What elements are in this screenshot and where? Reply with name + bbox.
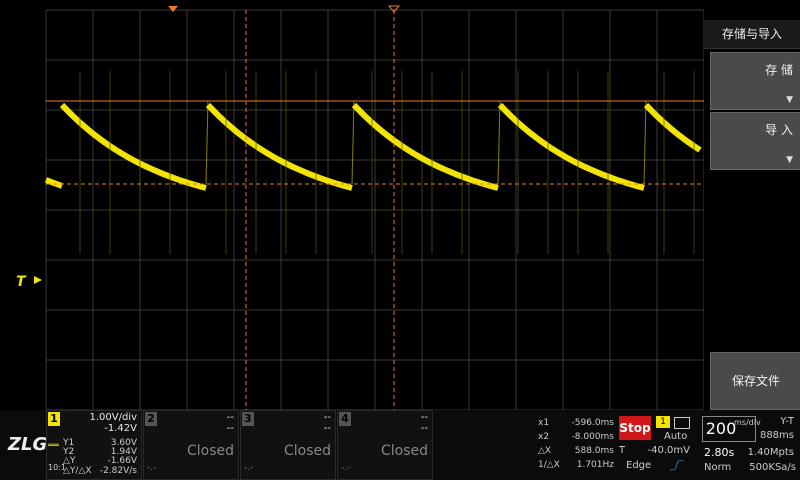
save-label: 存 储 bbox=[765, 63, 793, 77]
trace-segment bbox=[497, 102, 645, 191]
trigger-level-label: T bbox=[619, 445, 626, 456]
channel-number: 2 bbox=[145, 412, 157, 426]
trace-edge bbox=[205, 100, 209, 185]
x2-label: x2 bbox=[538, 432, 550, 442]
dx-value: 588.0ms bbox=[574, 446, 614, 456]
trace-segment bbox=[205, 102, 353, 191]
trace-segment bbox=[44, 177, 64, 189]
delay-value: 2.80s bbox=[704, 446, 735, 459]
import-label: 导 入 bbox=[765, 123, 793, 137]
cursor-dy-value: -1.66V bbox=[107, 456, 137, 466]
trigger-level-marker[interactable]: T bbox=[16, 274, 27, 290]
status-bar: ZLG® 1 1.00V/div -1.42V ══ Y1 3.60V Y2 1… bbox=[0, 410, 800, 480]
channel-status: Closed bbox=[186, 443, 234, 459]
channel-scale: -- bbox=[420, 412, 428, 423]
horizontal-position: 888ms bbox=[759, 430, 794, 441]
dc-coupling-icon: ══ bbox=[48, 441, 59, 451]
channel-4-panel[interactable]: 4 -- -- Closed -.- bbox=[337, 410, 433, 480]
channel-coupling: -.- bbox=[341, 463, 351, 473]
coupling-icon bbox=[674, 417, 690, 429]
inv-dx-value: 1.701Hz bbox=[576, 460, 614, 470]
trigger-level-value: -40.0mV bbox=[647, 445, 690, 456]
channel-offset: -- bbox=[226, 423, 234, 434]
save-button[interactable]: 存 储 ▼ bbox=[710, 52, 800, 110]
trigger-mode: Auto bbox=[664, 431, 688, 442]
channel-status: Closed bbox=[283, 443, 331, 459]
waveform-display[interactable]: T bbox=[0, 0, 704, 410]
trace-segment bbox=[59, 102, 207, 191]
acquisition-mode: Norm bbox=[704, 462, 732, 473]
x1-value: -596.0ms bbox=[571, 418, 614, 428]
channel-offset: -1.42V bbox=[104, 423, 137, 434]
channel-number: 4 bbox=[339, 412, 351, 426]
trigger-position-marker[interactable] bbox=[168, 6, 178, 12]
channel-1-panel[interactable]: 1 1.00V/div -1.42V ══ Y1 3.60V Y2 1.94V … bbox=[46, 410, 142, 480]
dx-label: △X bbox=[538, 446, 552, 456]
channel-2-panel[interactable]: 2 -- -- Closed -.- bbox=[143, 410, 239, 480]
channel-3-panel[interactable]: 3 -- -- Closed -.- bbox=[240, 410, 336, 480]
timebase-unit: ms/div bbox=[734, 418, 761, 427]
trace-edge bbox=[497, 100, 501, 185]
channel-scale: 1.00V/div bbox=[89, 412, 137, 423]
trace-edge bbox=[643, 100, 647, 185]
cursor-readout[interactable]: x1 -596.0ms x2 -8.000ms △X 588.0ms 1/△X 1.70… bbox=[536, 410, 616, 478]
save-file-button[interactable]: 保存文件 bbox=[710, 352, 800, 410]
inv-dx-label: 1/△X bbox=[538, 460, 560, 470]
display-mode: Y-T bbox=[780, 416, 794, 427]
save-import-panel: 存储与导入 存 储 ▼ 导 入 ▼ bbox=[704, 0, 800, 410]
probe-ratio: 10:1 bbox=[48, 463, 66, 472]
trigger-panel[interactable]: Stop 1 Auto T -40.0mV Edge _/‾ bbox=[618, 410, 698, 478]
cursor-dydx-label: △Y/△X bbox=[63, 466, 92, 476]
panel-title: 存储与导入 bbox=[704, 20, 800, 49]
graticule-grid bbox=[45, 9, 704, 410]
sample-rate: 500KSa/s bbox=[749, 462, 796, 473]
timebase-panel[interactable]: 200 ms/div Y-T 888ms 2.80s 1.40Mpts Norm… bbox=[700, 410, 800, 478]
run-stop-button[interactable]: Stop bbox=[619, 416, 651, 440]
channel-number: 1 bbox=[48, 412, 60, 426]
channel-scale: -- bbox=[323, 412, 331, 423]
channel-offset: -- bbox=[420, 423, 428, 434]
channel-scale: -- bbox=[226, 412, 234, 423]
channel-coupling: -.- bbox=[147, 463, 157, 473]
rising-edge-icon: _/‾ bbox=[670, 460, 684, 471]
trace-segment bbox=[351, 102, 499, 191]
channel-offset: -- bbox=[323, 423, 331, 434]
cursor-dydx-value: -2.82V/s bbox=[99, 466, 137, 476]
chevron-down-icon: ▼ bbox=[786, 95, 793, 105]
trigger-source-badge: 1 bbox=[656, 416, 670, 428]
trigger-type: Edge bbox=[626, 460, 652, 471]
trace-edge bbox=[351, 100, 355, 185]
import-button[interactable]: 导 入 ▼ bbox=[710, 112, 800, 170]
x1-label: x1 bbox=[538, 418, 550, 428]
trace-segment bbox=[643, 102, 702, 153]
trigger-level-arrow-icon bbox=[34, 276, 42, 284]
channel-status: Closed bbox=[380, 443, 428, 459]
channel-number: 3 bbox=[242, 412, 254, 426]
channel-1-trace bbox=[44, 71, 702, 254]
channel-coupling: -.- bbox=[244, 463, 254, 473]
x2-value: -8.000ms bbox=[571, 432, 614, 442]
memory-depth: 1.40Mpts bbox=[747, 447, 794, 458]
chevron-down-icon: ▼ bbox=[786, 155, 793, 165]
